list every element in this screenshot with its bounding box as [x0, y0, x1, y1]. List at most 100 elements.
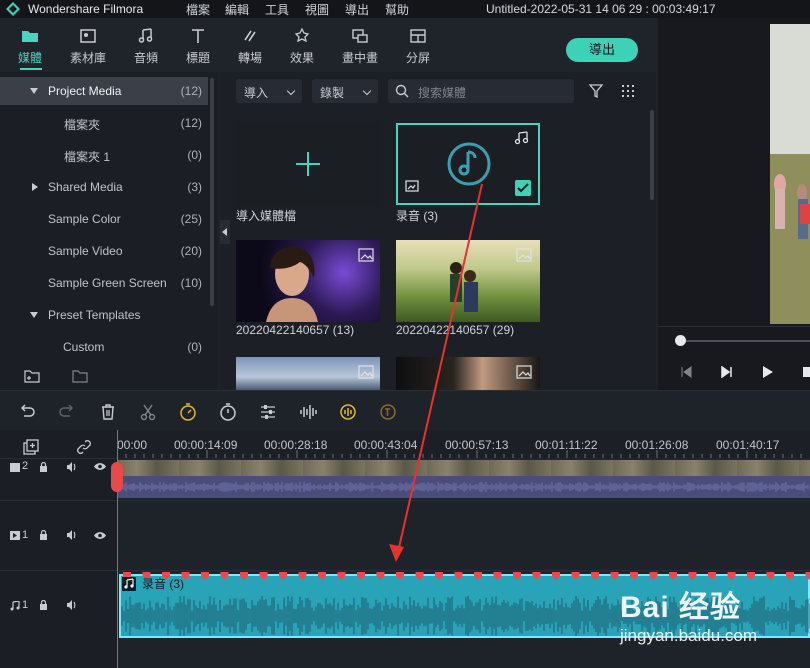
menu-help[interactable]: 幫助 — [385, 1, 409, 18]
audio-waveform-icon[interactable] — [299, 403, 317, 421]
video-clip-thumbnails[interactable] — [117, 460, 810, 476]
media-item-photo[interactable] — [396, 240, 540, 322]
menu-edit[interactable]: 編輯 — [225, 1, 249, 18]
speed-icon[interactable] — [179, 403, 197, 421]
menu-file[interactable]: 檔案 — [186, 1, 210, 18]
sidebar-item-project-media[interactable]: Project Media (12) — [0, 77, 208, 105]
prev-frame-icon[interactable] — [680, 366, 692, 378]
ruler-ticks — [117, 450, 802, 458]
duration-icon[interactable] — [219, 403, 237, 421]
sidebar-item-count: (12) — [180, 84, 202, 98]
tab-split-screen-label: 分屏 — [405, 51, 430, 65]
playhead-handle[interactable] — [111, 462, 123, 492]
preview-progress-track[interactable] — [681, 340, 810, 342]
folder-icon — [22, 31, 38, 42]
import-media-tile[interactable] — [236, 123, 380, 205]
lock-icon[interactable] — [39, 600, 48, 610]
video-clip-audio[interactable] — [117, 476, 810, 498]
beat-marker — [591, 572, 599, 580]
export-button[interactable]: 導出 — [566, 38, 638, 62]
redo-icon[interactable] — [58, 403, 76, 421]
delete-icon[interactable] — [99, 403, 117, 421]
record-dropdown[interactable]: 錄製 — [312, 79, 378, 103]
sidebar-item-count: (10) — [180, 276, 202, 290]
volume-icon[interactable] — [66, 530, 77, 540]
expand-arrow-icon[interactable] — [30, 88, 38, 94]
sidebar-item-folder-1[interactable]: 檔案夾 1 (0) — [0, 141, 208, 169]
stop-icon[interactable] — [803, 367, 810, 377]
panel-collapse-toggle[interactable] — [220, 220, 230, 244]
eye-icon[interactable] — [94, 462, 106, 471]
sidebar-item-sample-color[interactable]: Sample Color (25) — [0, 205, 208, 233]
sidebar-scrollbar[interactable] — [210, 78, 214, 306]
filter-icon[interactable] — [588, 83, 604, 99]
beat-marker — [513, 572, 521, 580]
image-icon — [358, 248, 374, 262]
lock-icon[interactable] — [39, 462, 48, 472]
eye-icon[interactable] — [94, 531, 106, 540]
beat-marker — [532, 572, 541, 580]
search-input[interactable]: 搜索媒體 — [388, 79, 574, 103]
add-track-icon[interactable] — [23, 439, 39, 455]
media-item-photo[interactable] — [236, 357, 380, 390]
sidebar-item-count: (12) — [180, 116, 202, 130]
preview-progress-handle[interactable] — [675, 335, 686, 346]
beat-markers — [123, 572, 810, 580]
expand-arrow-icon[interactable] — [30, 312, 38, 318]
media-item-photo[interactable] — [396, 357, 540, 390]
adjust-icon[interactable] — [259, 403, 277, 421]
menu-view[interactable]: 視圖 — [305, 1, 329, 18]
tab-audio[interactable]: 音頻 — [121, 18, 171, 72]
grid-view-icon[interactable] — [621, 84, 635, 98]
step-forward-icon[interactable] — [721, 366, 733, 378]
filmora-logo-icon — [6, 2, 20, 16]
image-icon — [516, 248, 532, 262]
menu-export[interactable]: 導出 — [345, 1, 369, 18]
sidebar-item-label: Shared Media — [48, 180, 123, 194]
new-folder-icon[interactable] — [24, 368, 40, 384]
beat-marker — [727, 572, 736, 580]
tab-titles[interactable]: 標題 — [173, 18, 223, 72]
sidebar-item-sample-video[interactable]: Sample Video (20) — [0, 237, 208, 265]
cut-icon[interactable] — [139, 403, 157, 421]
tab-stock[interactable]: 素材庫 — [63, 18, 113, 72]
track-headers: 2 1 1 — [0, 430, 117, 668]
selected-checkbox[interactable] — [515, 180, 531, 196]
import-dropdown[interactable]: 導入 — [236, 79, 302, 103]
tab-media[interactable]: 媒體 — [5, 18, 55, 72]
expand-arrow-icon[interactable] — [32, 183, 38, 191]
app-name: Wondershare Filmora — [28, 2, 144, 16]
sidebar-item-shared-media[interactable]: Shared Media (3) — [0, 173, 208, 201]
audio-stretch-icon[interactable] — [339, 403, 357, 421]
sidebar-item-folder[interactable]: 檔案夾 (12) — [0, 109, 208, 137]
divider — [658, 326, 810, 327]
sidebar-item-label: Sample Green Screen — [48, 276, 167, 290]
active-tab-underline — [20, 68, 42, 70]
sidebar-item-preset-templates[interactable]: Preset Templates — [0, 301, 208, 329]
image-icon — [516, 365, 532, 379]
menu-tools[interactable]: 工具 — [265, 1, 289, 18]
undo-icon[interactable] — [18, 403, 36, 421]
tab-effects[interactable]: 效果 — [277, 18, 327, 72]
auto-sync-icon[interactable] — [379, 403, 397, 421]
video-track-icon — [10, 531, 20, 540]
sidebar-item-label: 檔案夾 1 — [64, 150, 111, 164]
beat-marker — [376, 572, 385, 580]
beat-marker — [415, 572, 424, 580]
volume-icon[interactable] — [66, 600, 77, 610]
folder-icon[interactable] — [72, 368, 88, 384]
link-icon[interactable] — [76, 439, 92, 455]
media-scrollbar[interactable] — [650, 110, 654, 200]
sidebar-item-custom[interactable]: Custom (0) — [0, 333, 208, 361]
tab-split-screen[interactable]: 分屏 — [393, 18, 443, 72]
timeline-ruler[interactable]: 00:00 00:00:14:09 00:00:28:18 00:00:43:0… — [117, 430, 810, 458]
media-item-audio[interactable] — [396, 123, 540, 205]
beat-marker — [279, 572, 287, 580]
volume-icon[interactable] — [66, 462, 77, 472]
media-item-photo[interactable] — [236, 240, 380, 322]
tab-transitions[interactable]: 轉場 — [225, 18, 275, 72]
sidebar-item-sample-green-screen[interactable]: Sample Green Screen (10) — [0, 269, 208, 297]
lock-icon[interactable] — [39, 530, 48, 540]
tab-pip[interactable]: 畫中畫 — [335, 18, 385, 72]
play-icon[interactable] — [762, 366, 774, 378]
